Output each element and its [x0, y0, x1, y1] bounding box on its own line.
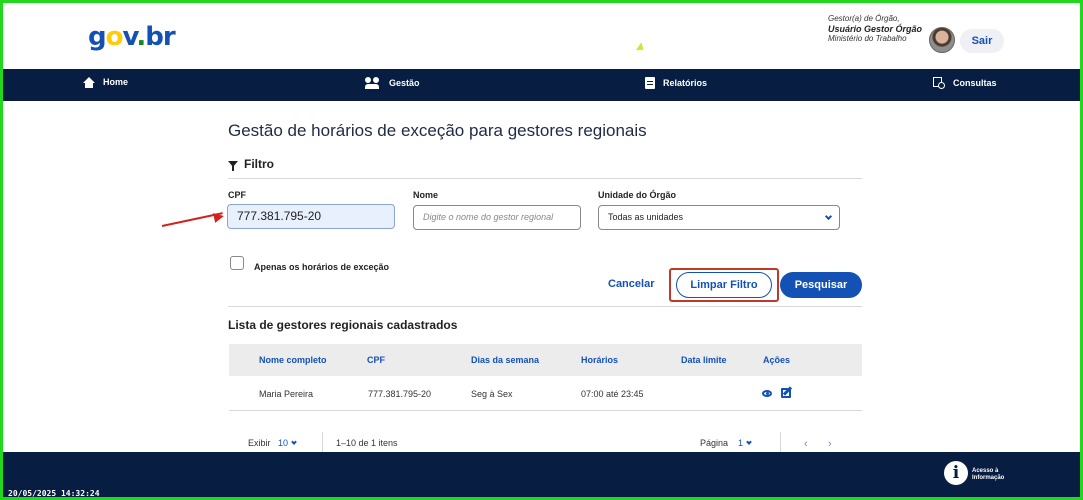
info-icon[interactable]: i	[944, 461, 968, 485]
search-document-icon	[933, 77, 945, 89]
filter-icon	[228, 161, 238, 171]
divider	[228, 178, 862, 179]
mouse-cursor-icon	[635, 42, 647, 54]
next-page-button[interactable]: ›	[828, 438, 832, 450]
cell-horarios: 07:00 até 23:45	[581, 389, 644, 399]
nav-item-consultas[interactable]: Consultas	[933, 77, 997, 89]
user-info: Gestor(a) de Órgão, Usuário Gestor Órgão…	[828, 14, 922, 44]
access-info-label: Informação	[972, 475, 1005, 481]
unidade-select-value: Todas as unidades	[608, 212, 684, 222]
footer-datetime: 20/05/2025 14:32:24	[8, 489, 100, 498]
nav-item-home[interactable]: Home	[83, 77, 129, 88]
per-page-label: Exibir	[248, 438, 271, 448]
filter-heading-label: Filtro	[244, 157, 274, 171]
items-range: 1–10 de 1 itens	[336, 438, 398, 448]
header: gov.br Gestor(a) de Órgão, Usuário Gesto…	[0, 0, 1083, 69]
cell-cpf: 777.381.795-20	[368, 389, 432, 399]
nav-item-label: Relatórios	[663, 78, 708, 88]
edit-icon[interactable]	[781, 388, 791, 398]
nav-item-relatorios[interactable]: Relatórios	[645, 77, 707, 89]
chevron-down-icon	[746, 439, 752, 445]
annotation-arrow-head-icon	[213, 211, 225, 223]
chevron-down-icon	[291, 439, 297, 445]
access-info-link[interactable]: Acesso à Informação	[972, 468, 1012, 482]
nav-item-label: Home	[103, 77, 129, 87]
logout-button[interactable]: Sair	[960, 29, 1004, 53]
unidade-select[interactable]: Todas as unidades	[598, 205, 840, 230]
excecao-checkbox-label: Apenas os horários de exceção	[254, 262, 390, 272]
clear-filter-button[interactable]: Limpar Filtro	[676, 272, 772, 298]
user-org: Ministério do Trabalho	[828, 34, 907, 43]
filter-heading: Filtro	[228, 157, 274, 171]
column-header-cpf[interactable]: CPF	[367, 355, 385, 365]
access-info-label: Acesso à	[972, 468, 999, 474]
cell-dias: Seg à Sex	[471, 389, 513, 399]
nav-item-label: Gestão	[389, 78, 420, 88]
list-title: Lista de gestores regionais cadastrados	[228, 318, 458, 332]
nav-item-label: Consultas	[953, 78, 997, 88]
footer	[3, 452, 1080, 500]
cpf-label: CPF	[228, 190, 246, 200]
main-nav: Home Gestão Relatórios Consultas	[3, 69, 1080, 101]
per-page-selector[interactable]: Exibir 10	[248, 438, 297, 448]
chevron-down-icon	[824, 212, 833, 221]
excecao-checkbox[interactable]	[230, 256, 244, 270]
page-label: Página	[700, 438, 729, 448]
column-header-nome[interactable]: Nome completo	[259, 355, 327, 365]
govbr-logo[interactable]: gov.br	[88, 22, 176, 52]
column-header-data-limite[interactable]: Data limite	[681, 355, 727, 365]
users-icon	[365, 77, 381, 89]
per-page-value: 10	[278, 438, 289, 448]
nome-field[interactable]: Digite o nome do gestor regional	[413, 205, 581, 230]
column-header-acoes: Ações	[763, 355, 791, 365]
nome-label: Nome	[413, 190, 439, 200]
page-value: 1	[738, 438, 744, 448]
divider	[228, 306, 862, 307]
divider	[322, 432, 323, 454]
search-button[interactable]: Pesquisar	[780, 272, 862, 298]
home-icon	[83, 77, 95, 88]
cpf-field[interactable]: 777.381.795-20	[227, 204, 395, 229]
page-title: Gestão de horários de exceção para gesto…	[228, 121, 647, 140]
unidade-label: Unidade do Órgão	[598, 190, 677, 200]
user-role: Gestor(a) de Órgão,	[828, 14, 900, 23]
cancel-button[interactable]: Cancelar	[608, 278, 654, 290]
user-name: Usuário Gestor Órgão	[828, 24, 923, 34]
table-header: Nome completo CPF Dias da semana Horário…	[229, 344, 862, 376]
nav-item-gestao[interactable]: Gestão	[365, 77, 420, 89]
divider	[780, 432, 781, 454]
cell-nome: Maria Pereira	[259, 389, 314, 399]
avatar[interactable]	[929, 27, 955, 53]
page-selector[interactable]: Página 1	[700, 438, 752, 448]
column-header-dias[interactable]: Dias da semana	[471, 355, 539, 365]
column-header-horarios[interactable]: Horários	[581, 355, 618, 365]
document-icon	[645, 77, 655, 89]
row-divider	[229, 410, 862, 411]
view-icon[interactable]	[762, 390, 772, 397]
prev-page-button[interactable]: ‹	[804, 438, 808, 450]
